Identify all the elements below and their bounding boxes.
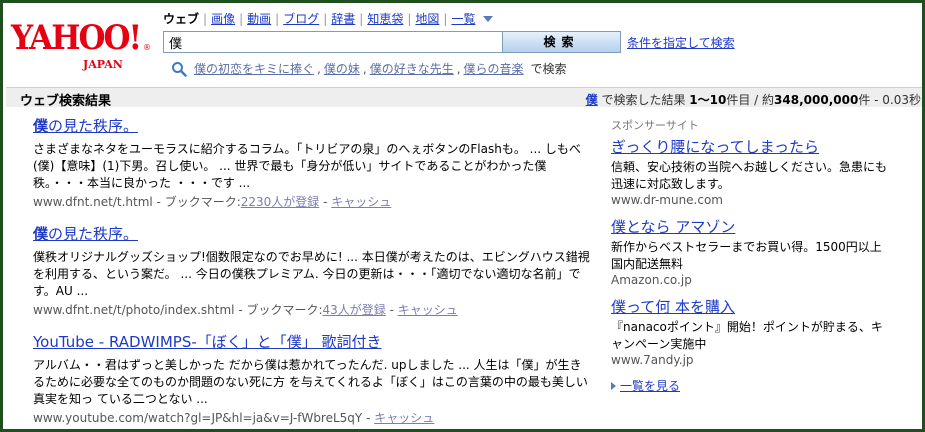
tab-video[interactable]: 動画 [243,10,275,27]
result-count: 348,000,000 [774,93,859,107]
tab-map[interactable]: 地図 [411,10,443,27]
search-button[interactable]: 検索 [502,31,621,53]
suggest-tail: で検索 [530,62,567,76]
ad-title-link[interactable]: 僕となら アマゾン [611,217,891,237]
cache-link[interactable]: キャッシュ [331,195,391,209]
result-meta: www.youtube.com/watch?gl=JP&hl=ja&v=J-fW… [33,411,435,425]
ad-text: 『nanacoポイント』開始！ポイントが貯まる、キャンペーン実施中 [611,320,883,351]
ad-item: 僕となら アマゾン 新作からベストセラーまでお買い得。1500円以上国内配送無料… [611,217,891,287]
sponsored-sites: スポンサーサイト ぎっくり腰になってしまったら 信頼、安心技術の当院へお越しくだ… [611,117,891,394]
logo-text: YAHOO! [11,18,142,58]
range: 1〜10 [689,93,727,107]
sponsor-label: スポンサーサイト [611,119,699,132]
result-url: www.youtube.com/watch?gl=JP&hl=ja&v=J-fW… [33,411,363,425]
result-snippet: さまざまなネタをユーモラスに紹介するコラム。「トリビアの泉」のへぇボタンのFla… [33,142,581,190]
page-frame: YAHOO! ® JAPAN ウェブ | 画像 | 動画 | ブログ | 辞書 … [0,0,925,432]
ad-item: 僕って何 本を購入 『nanacoポイント』開始！ポイントが貯まる、キャンペーン… [611,297,891,367]
bookmark-link[interactable]: 43人が登録 [323,303,386,317]
tab-dictionary[interactable]: 辞書 [327,10,359,27]
result-item: 僕の見た秩序。 さまざまなネタをユーモラスに紹介するコラム。「トリビアの泉」のへ… [33,116,593,210]
results-header-bar: ウェブ検索結果 僕 で検索した結果 1〜10件目 / 約348,000,000件… [6,87,922,109]
more-ads-link[interactable]: 一覧を見る [620,379,680,393]
chevron-down-icon[interactable] [483,15,494,22]
search-input[interactable] [163,31,503,53]
triangle-right-icon [611,382,616,390]
result-item: 僕の見た秩序。 僕秩オリジナルグッズショップ!個数限定なのでお早めに! ... … [33,224,593,318]
result-title-link[interactable]: 僕の見た秩序。 [33,116,593,136]
result-snippet: アルバム・・君はずっと美しかった だから僕は惹かれてったんだ. upしました .… [33,358,588,406]
result-snippet: 僕秩オリジナルグッズショップ!個数限定なのでお早めに! ... 本日僕が考えたの… [33,250,590,298]
related-searches: 僕の初恋をキミに捧ぐ, 僕の妹, 僕の好きな先生, 僕らの音楽 で検索 [171,60,567,77]
tab-chiebukuro[interactable]: 知恵袋 [363,10,407,27]
ad-title-link[interactable]: 僕って何 本を購入 [611,297,891,317]
results-list: 僕の見た秩序。 さまざまなネタをユーモラスに紹介するコラム。「トリビアの泉」のへ… [33,116,593,429]
query-link[interactable]: 僕 [586,93,598,107]
advanced-search-link[interactable]: 条件を指定して検索 [627,34,735,51]
tab-blog[interactable]: ブログ [279,10,323,27]
yahoo-japan-logo[interactable]: YAHOO! ® JAPAN [11,18,151,71]
results-stats: 僕 で検索した結果 1〜10件目 / 約348,000,000件 - 0.03秒 [585,93,921,107]
magnifier-icon [172,61,187,77]
result-url: www.dfnt.net/t.html [33,195,153,209]
logo-subtext: JAPAN [83,58,123,71]
suggest-link[interactable]: 僕らの音楽 [464,60,524,77]
more-ads: 一覧を見る [611,377,891,394]
tab-more[interactable]: 一覧 [447,10,479,27]
result-item: YouTube - RADWIMPS-「ぼく」と「僕」 歌詞付き アルバム・・君… [33,332,593,426]
ad-url: Amazon.co.jp [611,273,692,287]
ad-url: www.dr-mune.com [611,193,723,207]
result-url: www.dfnt.net/t/photo/index.shtml [33,303,235,317]
ad-url: www.7andy.jp [611,353,694,367]
suggest-link[interactable]: 僕の好きな先生 [370,60,454,77]
ad-title-link[interactable]: ぎっくり腰になってしまったら [611,137,891,157]
cache-link[interactable]: キャッシュ [398,303,458,317]
result-meta: www.dfnt.net/t.html - ブックマーク:2230人が登録 - … [33,195,392,209]
result-title-link[interactable]: 僕の見た秩序。 [33,224,593,244]
cache-link[interactable]: キャッシュ [374,411,434,425]
result-title-link[interactable]: YouTube - RADWIMPS-「ぼく」と「僕」 歌詞付き [33,332,593,352]
ad-text: 信頼、安心技術の当院へお越しください。急患にも迅速に対応致します。 [611,160,888,191]
results-title: ウェブ検索結果 [20,94,112,109]
suggest-link[interactable]: 僕の初恋をキミに捧ぐ [194,60,314,77]
ad-text: 新作からベストセラーまでお買い得。1500円以上国内配送無料 [611,240,882,271]
search-tabs: ウェブ | 画像 | 動画 | ブログ | 辞書 | 知恵袋 | 地図 | 一覧 [163,10,494,27]
ad-item: ぎっくり腰になってしまったら 信頼、安心技術の当院へお越しください。急患にも迅速… [611,137,891,207]
result-meta: www.dfnt.net/t/photo/index.shtml - ブックマー… [33,303,458,317]
bookmark-link[interactable]: 2230人が登録 [241,195,320,209]
tab-images[interactable]: 画像 [207,10,239,27]
tab-web[interactable]: ウェブ [163,10,203,27]
logo-registered: ® [143,43,151,52]
suggest-link[interactable]: 僕の妹 [324,60,360,77]
